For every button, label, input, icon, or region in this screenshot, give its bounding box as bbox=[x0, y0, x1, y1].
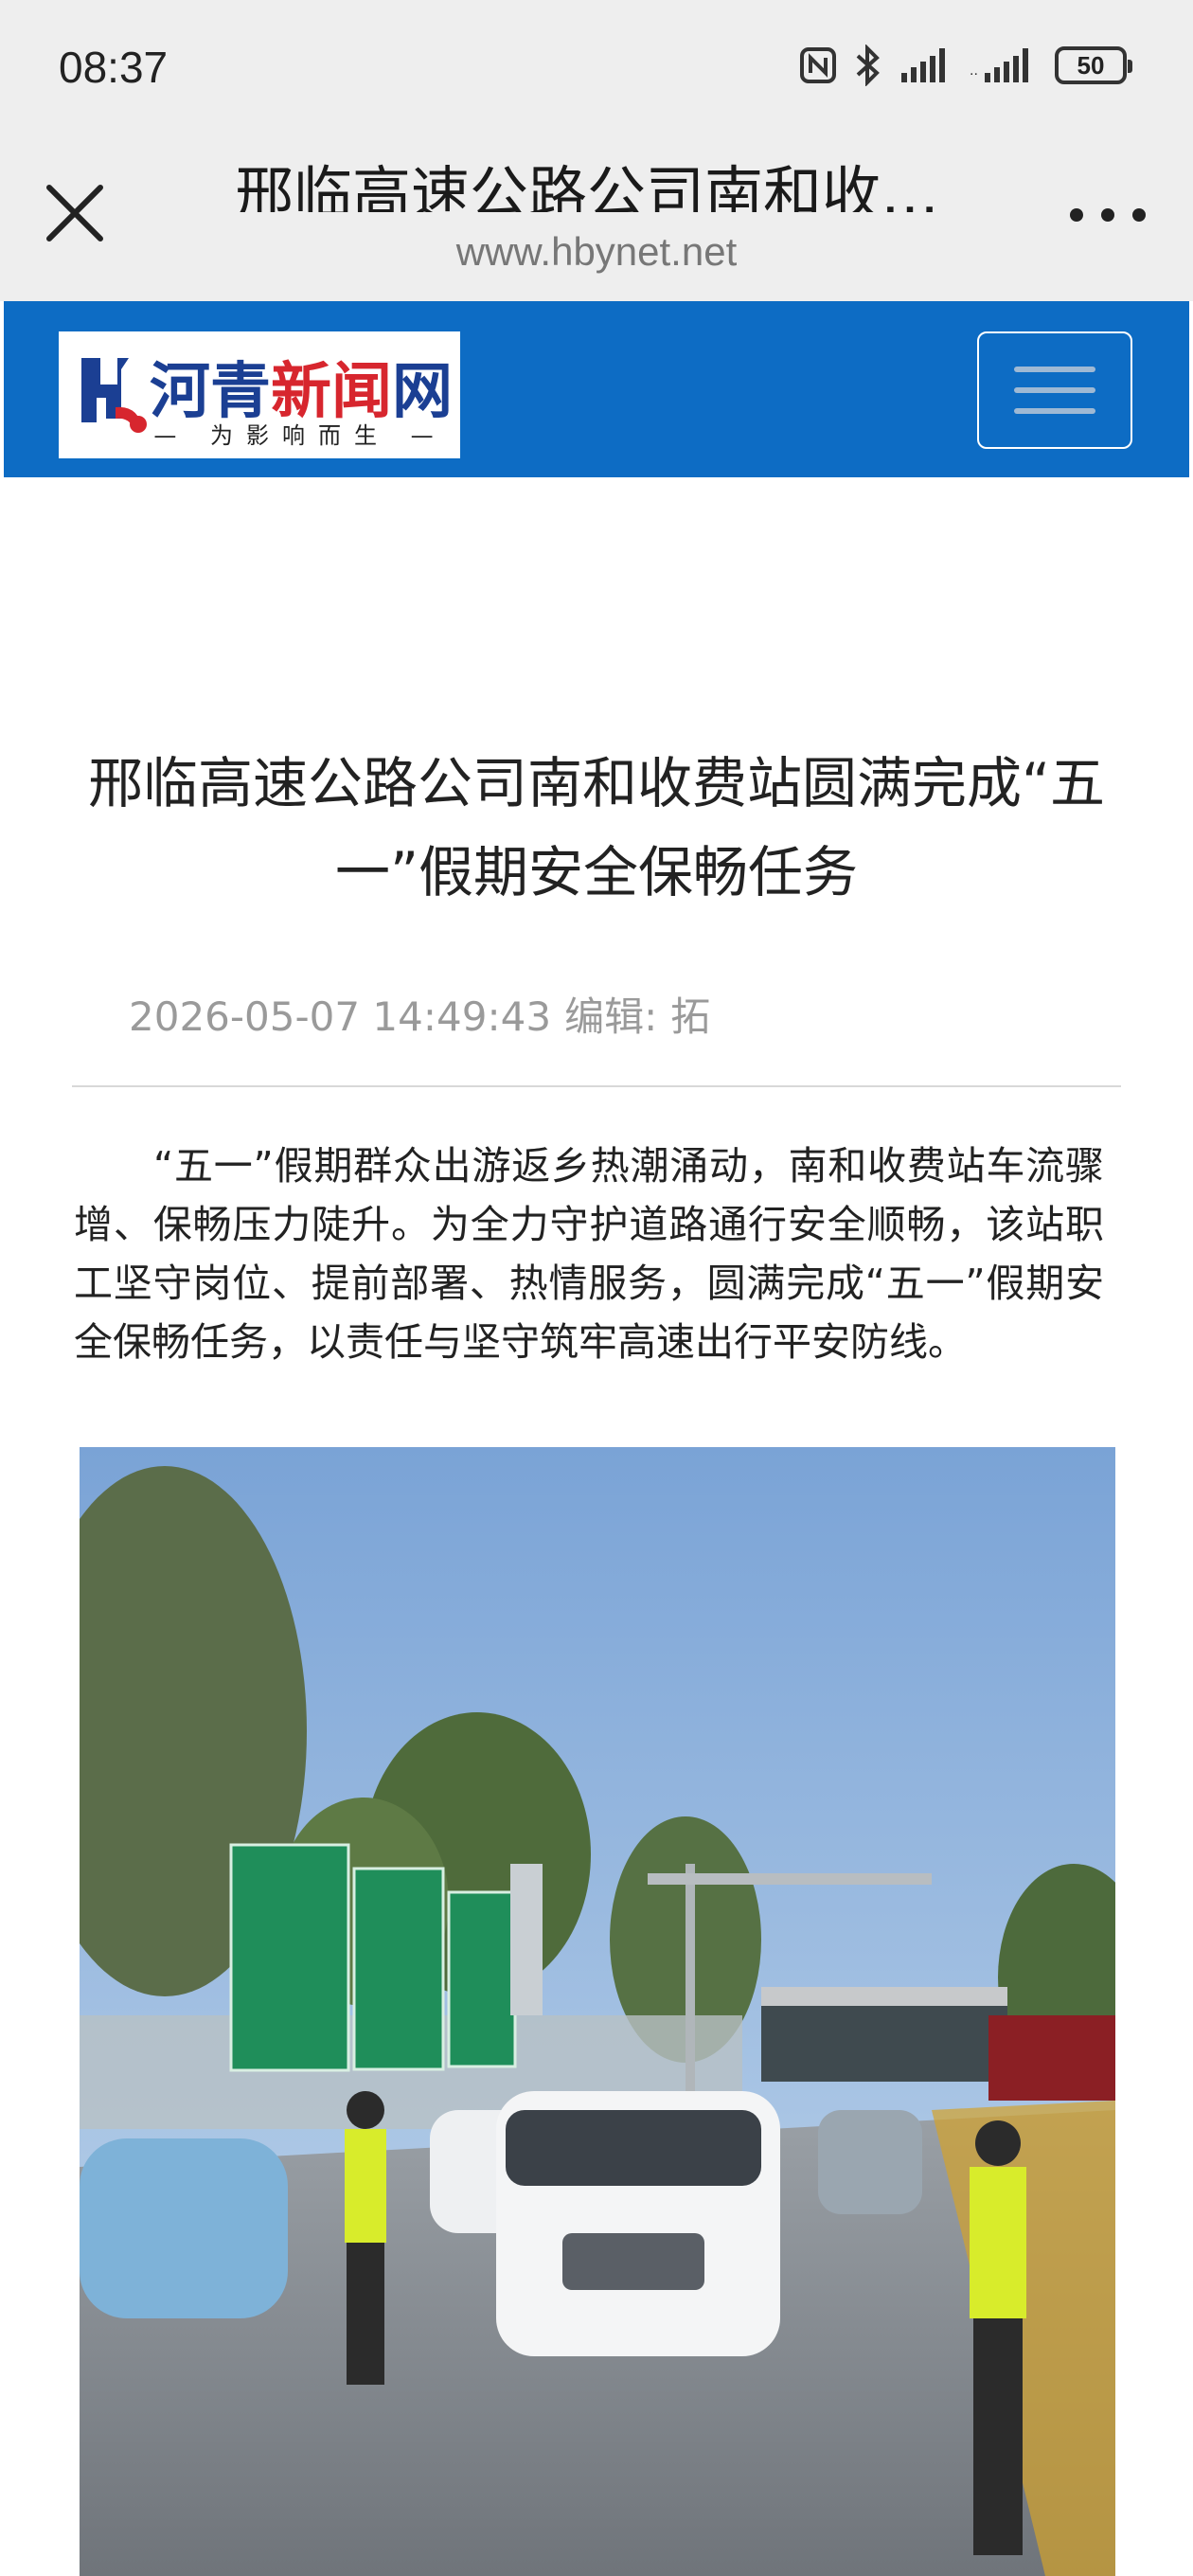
article-meta: 2026-05-07 14:49:43 编辑: 拓 bbox=[129, 985, 723, 1043]
divider bbox=[72, 1085, 1121, 1087]
menu-bar bbox=[1014, 367, 1095, 372]
battery-icon: 50 bbox=[1055, 46, 1132, 84]
article-title: 邢临高速公路公司南和收费站圆满完成“五一”假期安全保畅任务 bbox=[87, 751, 1106, 904]
article-date: 2026-05-07 14:49:43 bbox=[129, 993, 552, 1040]
article-editor: 拓 bbox=[670, 993, 711, 1040]
logo-slogan: — 为影响而生 — bbox=[153, 422, 447, 449]
nfc-icon bbox=[800, 47, 836, 83]
menu-bar bbox=[1014, 387, 1095, 393]
status-bar: 08:37 .. 50 bbox=[0, 0, 1193, 133]
more-icon[interactable] bbox=[1070, 201, 1146, 229]
page-url: www.hbynet.net bbox=[455, 229, 738, 274]
more-dot bbox=[1070, 208, 1083, 222]
browser-title-bar: 邢临高速公路公司南和收… www.hbynet.net bbox=[0, 133, 1193, 301]
site-logo[interactable]: 河青新闻网 — 为影响而生 — bbox=[59, 331, 460, 458]
more-dot bbox=[1132, 208, 1146, 222]
signal-icon: .. bbox=[970, 48, 1028, 82]
svg-text:..: .. bbox=[970, 63, 978, 79]
bluetooth-icon bbox=[856, 45, 880, 86]
more-dot bbox=[1101, 208, 1114, 222]
article-paragraph: “五一”假期群众出游返乡热潮涌动，南和收费站车流骤增、保畅压力陡升。为全力守护道… bbox=[74, 1143, 1104, 1365]
page-title: 邢临高速公路公司南和收… bbox=[234, 159, 939, 212]
status-time: 08:37 bbox=[59, 43, 169, 92]
signal-icon bbox=[901, 48, 945, 82]
photo-illustration bbox=[80, 1447, 1115, 2576]
article-photo bbox=[80, 1447, 1115, 2576]
close-icon[interactable] bbox=[42, 180, 108, 246]
editor-label: 编辑: bbox=[564, 993, 658, 1040]
site-header: 河青新闻网 — 为影响而生 — bbox=[4, 301, 1189, 477]
menu-icon[interactable] bbox=[977, 331, 1132, 449]
logo-mark-icon bbox=[81, 358, 147, 433]
battery-level: 50 bbox=[1077, 50, 1105, 80]
status-icons: .. 50 bbox=[799, 42, 1132, 89]
menu-bar bbox=[1014, 408, 1095, 414]
